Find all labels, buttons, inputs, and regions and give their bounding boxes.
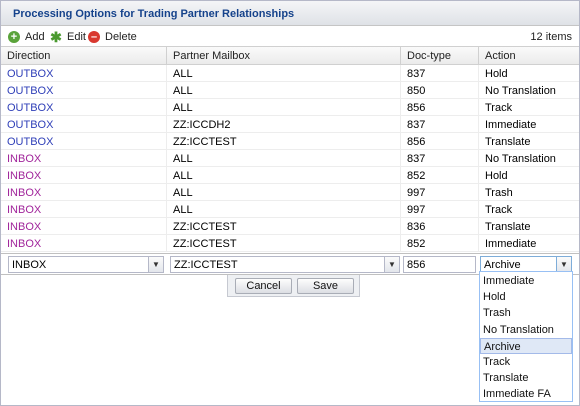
cell-doctype: 837 (401, 65, 479, 82)
chevron-down-icon: ▼ (560, 260, 568, 269)
cell-direction: INBOX (1, 218, 167, 235)
action-dropdown-list: Immediate Hold Trash No Translation Archive T… (479, 271, 573, 402)
cell-direction: OUTBOX (1, 133, 167, 150)
cell-action: Immediate (485, 119, 537, 131)
table-row[interactable]: INBOX ALL 852 Hold (1, 167, 579, 184)
add-button[interactable]: + Add (8, 30, 45, 44)
table-row[interactable]: OUTBOX ZZ:ICCDH2 837 Immediate (1, 116, 579, 133)
cell-doctype: 852 (401, 167, 479, 184)
cell-mailbox: ALL (167, 184, 401, 201)
cell-doctype: 837 (401, 116, 479, 133)
cell-doctype: 997 (401, 201, 479, 218)
cell-direction: OUTBOX (1, 65, 167, 82)
cell-doctype: 850 (401, 82, 479, 99)
cell-direction: INBOX (1, 184, 167, 201)
cell-mailbox: ZZ:ICCTEST (167, 235, 401, 252)
cell-mailbox: ZZ:ICCTEST (167, 133, 401, 150)
cell-mailbox: ALL (167, 150, 401, 167)
cell-doctype: 997 (401, 184, 479, 201)
cell-mailbox: ALL (167, 99, 401, 116)
cell-direction: OUTBOX (1, 82, 167, 99)
plus-icon: + (8, 31, 20, 43)
cell-action: Translate (485, 136, 531, 148)
cell-doctype: 836 (401, 218, 479, 235)
table-row[interactable]: OUTBOX ALL 837 Hold (1, 65, 579, 82)
cell-action: Immediate (485, 238, 537, 250)
toolbar: + Add ✱ Edit – Delete 12 items (1, 26, 579, 47)
item-count: 12 items (530, 31, 572, 43)
cell-direction: INBOX (1, 201, 167, 218)
edit-button[interactable]: ✱ Edit (50, 30, 86, 44)
mailbox-dropdown-trigger[interactable]: ▼ (385, 256, 400, 273)
direction-select[interactable]: INBOX (8, 256, 149, 273)
minus-icon: – (88, 31, 100, 43)
processing-options-panel: Processing Options for Trading Partner R… (0, 0, 580, 406)
cell-action: Hold (485, 68, 508, 80)
column-header-partner-mailbox[interactable]: Partner Mailbox (167, 47, 401, 65)
cell-mailbox: ALL (167, 201, 401, 218)
mailbox-select[interactable]: ZZ:ICCTEST (170, 256, 385, 273)
table-row[interactable]: INBOX ZZ:ICCTEST 852 Immediate (1, 235, 579, 252)
cell-doctype: 852 (401, 235, 479, 252)
cell-action: Track (485, 204, 513, 216)
cell-direction: INBOX (1, 167, 167, 184)
dropdown-option[interactable]: Track (480, 354, 572, 370)
dropdown-option[interactable]: Archive (480, 337, 572, 354)
cell-action: Hold (485, 170, 508, 182)
table-row[interactable]: OUTBOX ALL 850 No Translation (1, 82, 579, 99)
table-row[interactable]: INBOX ALL 837 No Translation (1, 150, 579, 167)
table-row[interactable]: OUTBOX ALL 856 Track (1, 99, 579, 116)
chevron-down-icon: ▼ (388, 260, 396, 269)
grid-header: Direction Partner Mailbox Doc-type Actio… (1, 47, 579, 65)
delete-button[interactable]: – Delete (88, 30, 137, 44)
edit-label: Edit (67, 31, 86, 43)
dropdown-option[interactable]: Trash (480, 305, 572, 321)
cell-mailbox: ALL (167, 82, 401, 99)
cancel-button[interactable]: Cancel (235, 278, 292, 294)
dropdown-option[interactable]: No Translation (480, 322, 572, 338)
cell-action: No Translation (485, 85, 556, 97)
cell-mailbox: ZZ:ICCTEST (167, 218, 401, 235)
cell-doctype: 856 (401, 99, 479, 116)
save-button[interactable]: Save (297, 278, 354, 294)
cell-mailbox: ALL (167, 65, 401, 82)
edit-icon: ✱ (50, 29, 62, 45)
table-row[interactable]: INBOX ALL 997 Track (1, 201, 579, 218)
table-row[interactable]: INBOX ALL 997 Trash (1, 184, 579, 201)
add-label: Add (25, 31, 45, 43)
cell-action: Trash (485, 187, 513, 199)
cell-direction: INBOX (1, 235, 167, 252)
dropdown-option[interactable]: Translate (480, 370, 572, 386)
cell-direction: INBOX (1, 150, 167, 167)
editor-button-bar: Cancel Save (227, 275, 360, 297)
cell-mailbox: ZZ:ICCDH2 (167, 116, 401, 133)
cell-direction: OUTBOX (1, 99, 167, 116)
dropdown-option[interactable]: Immediate (480, 273, 572, 289)
column-header-direction[interactable]: Direction (1, 47, 167, 65)
panel-title: Processing Options for Trading Partner R… (1, 1, 579, 26)
cell-doctype: 837 (401, 150, 479, 167)
delete-label: Delete (105, 31, 137, 43)
dropdown-option[interactable]: Hold (480, 289, 572, 305)
cell-doctype: 856 (401, 133, 479, 150)
cell-action: Translate (485, 221, 531, 233)
cell-action: No Translation (485, 153, 556, 165)
dropdown-option[interactable]: Immediate FA (480, 386, 572, 402)
chevron-down-icon: ▼ (152, 260, 160, 269)
cell-action: Track (485, 102, 513, 114)
column-header-action[interactable]: Action (479, 47, 579, 65)
table-row[interactable]: INBOX ZZ:ICCTEST 836 Translate (1, 218, 579, 235)
cell-direction: OUTBOX (1, 116, 167, 133)
column-header-doc-type[interactable]: Doc-type (401, 47, 479, 65)
doctype-input[interactable]: 856 (403, 256, 476, 273)
cell-mailbox: ALL (167, 167, 401, 184)
direction-dropdown-trigger[interactable]: ▼ (149, 256, 164, 273)
table-row[interactable]: OUTBOX ZZ:ICCTEST 856 Translate (1, 133, 579, 150)
